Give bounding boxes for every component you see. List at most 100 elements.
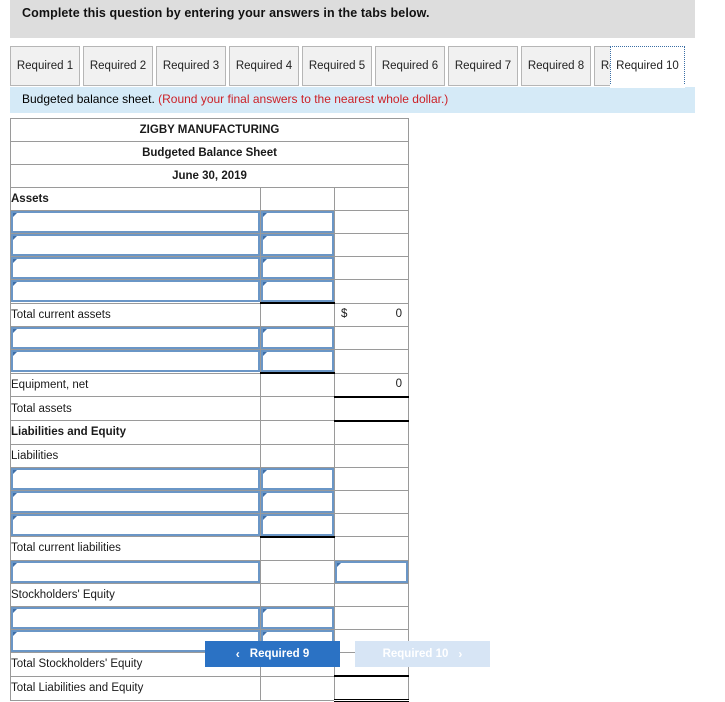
tab-required-3[interactable]: Required 3 — [156, 46, 226, 86]
current-asset-label-cell-4[interactable] — [10, 279, 261, 304]
noncurrent-asset-amount-input-1[interactable] — [261, 327, 334, 349]
current-liability-label-cell-1[interactable] — [10, 466, 261, 491]
tab-required-10[interactable]: Required 10 — [610, 46, 685, 88]
table-row — [10, 279, 410, 304]
current-asset-label-cell-3[interactable] — [10, 256, 261, 280]
current-liability-label-input-2[interactable] — [11, 490, 260, 513]
current-asset-amount-cell-1[interactable] — [260, 210, 335, 234]
noncurrent-asset-label-input-1[interactable] — [11, 327, 260, 349]
prev-requirement-label: Required 9 — [249, 648, 310, 660]
current-asset-label-input-3[interactable] — [11, 257, 260, 279]
current-asset-amount-input-2[interactable] — [261, 234, 334, 256]
equity-label-input-1[interactable] — [11, 606, 260, 629]
current-asset-amount-cell-3[interactable] — [260, 256, 335, 280]
table-row-company: ZIGBY MANUFACTURING — [9, 118, 410, 142]
equipment-net-label: Equipment, net — [10, 372, 261, 397]
stockholders-equity-heading-amt — [333, 582, 410, 607]
noncurrent-asset-label-input-2[interactable] — [11, 350, 260, 373]
requirement-banner: Budgeted balance sheet. (Round your fina… — [10, 87, 695, 113]
table-row-date: June 30, 2019 — [9, 164, 410, 188]
tab-required-1[interactable]: Required 1 — [10, 46, 80, 86]
current-asset-amount-input-4[interactable] — [261, 280, 334, 302]
equity-amount-input-1[interactable] — [261, 606, 334, 629]
current-asset-amount-cell-4[interactable] — [260, 279, 335, 304]
current-asset-amount-cell-2[interactable] — [260, 233, 335, 257]
stockholders-equity-heading-mid — [260, 582, 335, 607]
total-liabilities-and-equity-value-cell — [333, 675, 410, 702]
tab-required-5[interactable]: Required 5 — [302, 46, 372, 86]
total-current-assets-value: 0 — [395, 307, 403, 320]
current-liability-label-cell-2[interactable] — [10, 489, 261, 514]
total-current-liabilities-amt — [333, 536, 410, 561]
total-assets-mid — [260, 396, 335, 421]
tab-required-8[interactable]: Required 8 — [521, 46, 591, 86]
total-current-assets-value-cell: $ 0 — [333, 302, 410, 327]
equity-label-cell-1[interactable] — [10, 605, 261, 630]
current-liability-amount-input-3[interactable] — [261, 513, 334, 536]
current-liability-amount-cell-3[interactable] — [260, 512, 335, 537]
tab-required-7[interactable]: Required 7 — [448, 46, 518, 86]
current-asset-amount-input-3[interactable] — [261, 257, 334, 279]
current-asset-label-cell-1[interactable] — [10, 210, 261, 234]
total-liabilities-and-equity-mid — [260, 675, 335, 701]
stockholders-equity-heading: Stockholders' Equity — [10, 582, 261, 607]
tab-required-4[interactable]: Required 4 — [229, 46, 299, 86]
noncurrent-asset-amount-cell-2[interactable] — [260, 349, 335, 374]
current-asset-label-cell-2[interactable] — [10, 233, 261, 257]
current-liability-amount-input-1[interactable] — [261, 467, 334, 490]
tab-required-6[interactable]: Required 6 — [375, 46, 445, 86]
table-row-total-liabilities-and-equity: Total Liabilities and Equity — [10, 675, 410, 702]
longterm-liability-label-input[interactable] — [11, 560, 260, 583]
current-liability-label-cell-3[interactable] — [10, 512, 261, 537]
current-asset-label-input-1[interactable] — [11, 211, 260, 233]
liabilities-heading-mid — [260, 443, 335, 468]
total-current-assets-label: Total current assets — [10, 302, 261, 327]
current-liability-label-input-1[interactable] — [11, 467, 260, 490]
table-row — [10, 559, 410, 584]
noncurrent-asset-amount-cell-1[interactable] — [260, 326, 335, 350]
sheet-statement-title: Budgeted Balance Sheet — [9, 141, 410, 165]
noncurrent-asset-total-cell-2 — [333, 349, 410, 374]
current-liability-total-cell-2 — [333, 489, 410, 514]
assets-heading: Assets — [10, 187, 261, 211]
equity-amount-cell-1[interactable] — [260, 605, 335, 630]
table-row-liabilities-heading: Liabilities — [10, 443, 410, 468]
currency-symbol: $ — [341, 307, 348, 320]
current-asset-amount-input-1[interactable] — [261, 211, 334, 233]
table-row-assets-heading: Assets — [10, 187, 410, 211]
table-row — [10, 605, 410, 630]
table-row — [10, 349, 410, 374]
table-row-total-assets: Total assets — [10, 395, 410, 422]
table-row-liabilities-equity-heading: Liabilities and Equity — [10, 420, 410, 445]
tab-required-2[interactable]: Required 2 — [83, 46, 153, 86]
liabilities-equity-heading-amt — [333, 420, 410, 445]
noncurrent-asset-label-cell-1[interactable] — [10, 326, 261, 350]
assets-heading-mid — [260, 187, 335, 211]
equipment-net-value: 0 — [395, 377, 403, 390]
table-row-total-current-liabilities: Total current liabilities — [10, 535, 410, 561]
noncurrent-asset-label-cell-2[interactable] — [10, 349, 261, 374]
table-row — [10, 233, 410, 257]
instruction-text: Complete this question by entering your … — [22, 6, 430, 20]
requirement-banner-line: Budgeted balance sheet. (Round your fina… — [22, 92, 448, 106]
current-liability-label-input-3[interactable] — [11, 513, 260, 536]
current-asset-total-cell-3 — [333, 256, 410, 280]
current-liability-amount-cell-2[interactable] — [260, 489, 335, 514]
total-liabilities-and-equity-label: Total Liabilities and Equity — [10, 675, 261, 701]
current-asset-label-input-2[interactable] — [11, 234, 260, 256]
current-asset-label-input-4[interactable] — [11, 280, 260, 303]
noncurrent-asset-amount-input-2[interactable] — [261, 350, 334, 372]
current-liability-amount-cell-1[interactable] — [260, 466, 335, 491]
longterm-liability-amount-input[interactable] — [335, 560, 409, 583]
table-row — [10, 256, 410, 280]
longterm-liability-mid — [260, 559, 335, 584]
current-liability-amount-input-2[interactable] — [261, 490, 334, 513]
next-requirement-button[interactable]: Required 10 › — [355, 641, 490, 667]
longterm-liability-label-cell[interactable] — [10, 559, 261, 584]
assets-heading-amt — [333, 187, 410, 211]
total-assets-value-cell — [333, 395, 410, 422]
prev-requirement-button[interactable]: ‹ Required 9 — [205, 641, 340, 667]
longterm-liability-amount-cell[interactable] — [333, 559, 410, 584]
total-current-liabilities-mid — [260, 535, 335, 561]
chevron-left-icon: ‹ — [235, 647, 240, 661]
